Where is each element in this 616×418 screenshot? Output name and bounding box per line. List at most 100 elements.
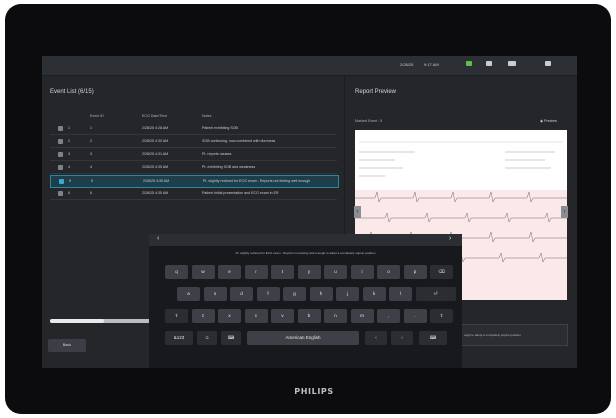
next-page-button[interactable]: ›	[561, 206, 568, 218]
table-row[interactable]: 5 5 2/28/25 4:35 AM Pt. slightly reclined f…	[50, 175, 339, 188]
previous-page-button[interactable]: ‹	[354, 206, 361, 218]
row-ecg-datetime: 2/28/25 4:35 AM	[142, 191, 169, 195]
row-index: 2	[68, 139, 70, 143]
row-event-id: 2	[90, 139, 92, 143]
column-event-id: Event ID	[90, 114, 104, 118]
key-n[interactable]: n	[324, 309, 347, 323]
row-index: 6	[68, 191, 70, 195]
key-v[interactable]: v	[271, 309, 294, 323]
keyboard-next-button[interactable]: ›	[449, 235, 451, 242]
key-i[interactable]: i	[350, 265, 374, 279]
row-ecg-datetime: 2/28/25 4:35 AM	[143, 179, 170, 183]
key-u[interactable]: u	[324, 265, 347, 279]
key-d[interactable]: d	[230, 287, 253, 301]
numbers-key[interactable]: &123	[165, 331, 193, 345]
row-checkbox[interactable]	[58, 126, 63, 131]
keyboard-dismiss-key[interactable]: ⌨	[419, 331, 447, 345]
ecg-lead-strip	[355, 191, 567, 203]
row-index: 1	[68, 126, 70, 130]
report-preview-title: Report Preview	[355, 89, 397, 95]
row-index: 4	[68, 165, 70, 169]
keyboard-header: ‹ ›	[149, 234, 462, 246]
column-ecg-datetime: ECG Date/Time	[142, 114, 168, 118]
menu-icon[interactable]	[545, 61, 551, 66]
ecg-lead-strip	[355, 212, 567, 223]
row-event-id: 4	[90, 165, 92, 169]
key-o[interactable]: o	[377, 265, 400, 279]
key-c[interactable]: c	[244, 309, 268, 323]
status-green-icon	[466, 61, 472, 66]
backspace-key[interactable]: ⌫	[430, 265, 453, 279]
row-ecg-datetime: 2/28/25 4:35 AM	[142, 165, 169, 169]
printer-icon[interactable]	[486, 61, 492, 66]
status-time: 9:17 AM	[424, 62, 439, 67]
status-bar: 2/28/25 9:17 AM	[42, 56, 577, 76]
row-ecg-datetime: 2/28/25 4:28 AM	[142, 126, 169, 130]
key-a[interactable]: a	[177, 287, 200, 301]
marked-event-label: Marked Event : 5	[355, 119, 383, 123]
enter-key[interactable]: ⏎	[415, 287, 456, 301]
preview-button[interactable]: ◉ Preview	[540, 119, 557, 123]
shift-key[interactable]: ⇧	[430, 309, 453, 323]
back-button[interactable]: Back	[48, 339, 86, 352]
ecg-report-header	[355, 130, 567, 190]
key-s[interactable]: s	[203, 287, 227, 301]
key-k[interactable]: k	[362, 287, 386, 301]
table-row[interactable]: 1 1 2/28/25 4:28 AM Patient exhibiting SOB	[50, 123, 337, 135]
row-checkbox[interactable]	[58, 191, 63, 196]
cursor-left-key[interactable]: ‹	[365, 331, 387, 345]
key-w[interactable]: w	[191, 265, 215, 279]
status-date: 2/28/25	[400, 62, 414, 67]
row-checkbox[interactable]	[58, 165, 63, 170]
row-checkbox[interactable]	[58, 139, 63, 144]
row-notes: Pt. reports nausea	[202, 152, 232, 156]
cursor-right-key[interactable]: ›	[391, 331, 413, 345]
key-l[interactable]: l	[389, 287, 412, 301]
battery-icon	[508, 61, 516, 66]
key-b[interactable]: b	[297, 309, 321, 323]
space-bar[interactable]: American English	[247, 331, 359, 345]
key-z[interactable]: z	[191, 309, 215, 323]
row-event-id: 3	[90, 152, 92, 156]
eye-icon: ◉	[540, 119, 544, 123]
row-notes: Patient initial presentation and ECG exa…	[202, 191, 279, 195]
row-event-id: 6	[90, 191, 92, 195]
table-row[interactable]: 2 2 2/28/25 4:30 AM SOB continuing, now com…	[50, 136, 337, 148]
key-f[interactable]: f	[256, 287, 280, 301]
key-x[interactable]: x	[218, 309, 241, 323]
brand-logo: PHILIPS	[294, 387, 334, 396]
shift-key[interactable]: ⇧	[165, 309, 188, 323]
notes-field[interactable]: ough to adopt a completely supine positi…	[460, 324, 568, 346]
hide-keyboard-key[interactable]: ⌨	[221, 331, 241, 345]
key-j[interactable]: j	[336, 287, 359, 301]
row-notes: Pt. slightly reclined for ECG exam - Rep…	[203, 179, 311, 183]
table-row[interactable]: 6 6 2/28/25 4:35 AM Patient initial present…	[50, 188, 337, 200]
table-row[interactable]: 4 4 2/28/25 4:35 AM Pt. exhibiting SOB and …	[50, 162, 337, 174]
emoji-key[interactable]: ☺	[197, 331, 217, 345]
comma-key[interactable]: ,	[377, 309, 400, 323]
row-notes: Patient exhibiting SOB	[202, 126, 238, 130]
key-e[interactable]: e	[218, 265, 241, 279]
event-list-title: Event List (6/15)	[50, 89, 94, 95]
table-row[interactable]: 3 3 2/28/25 4:31 AM Pt. reports nausea	[50, 149, 337, 161]
row-notes: Pt. exhibiting SOB and weakness	[202, 165, 256, 169]
row-index: 3	[68, 152, 70, 156]
key-y[interactable]: y	[297, 265, 321, 279]
row-ecg-datetime: 2/28/25 4:31 AM	[142, 152, 169, 156]
keyboard-prev-button[interactable]: ‹	[157, 235, 159, 242]
monitor-screen: 2/28/25 9:17 AM Event List (6/15) Event …	[42, 56, 577, 368]
preview-label: Preview	[544, 119, 557, 123]
row-checkbox[interactable]	[59, 179, 64, 184]
key-h[interactable]: h	[309, 287, 333, 301]
row-index: 5	[69, 179, 71, 183]
row-checkbox[interactable]	[58, 152, 63, 157]
key-t[interactable]: t	[271, 265, 294, 279]
on-screen-keyboard: ‹ › Pt. slightly reclined for ECG exam -…	[149, 234, 462, 368]
period-key[interactable]: .	[403, 309, 427, 323]
key-r[interactable]: r	[244, 265, 268, 279]
key-p[interactable]: p	[403, 265, 427, 279]
key-m[interactable]: m	[350, 309, 374, 323]
key-q[interactable]: q	[165, 265, 188, 279]
key-g[interactable]: g	[283, 287, 306, 301]
row-event-id: 1	[90, 126, 92, 130]
